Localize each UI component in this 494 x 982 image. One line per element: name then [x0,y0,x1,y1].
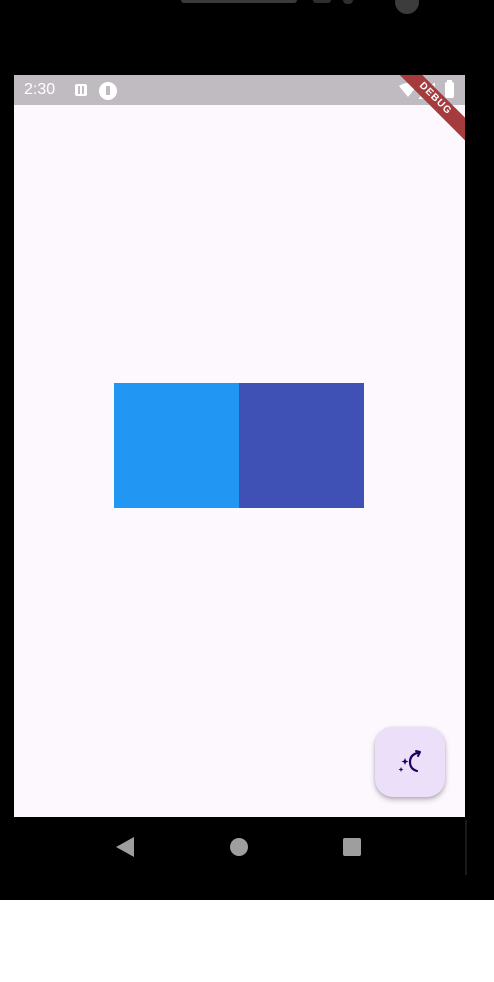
proximity-sensor [313,0,331,3]
device-frame: 2:30 DEBUG [0,0,494,900]
blue-box [114,383,239,508]
app-screen: 2:30 DEBUG [14,75,465,817]
android-notification-icon [75,84,87,96]
indigo-box [239,383,364,508]
status-bar: 2:30 [14,75,465,105]
back-icon[interactable] [116,837,134,857]
battery-icon [445,80,454,98]
recent-apps-icon[interactable] [343,838,361,856]
status-time: 2:30 [24,81,56,98]
speaker-grille [181,0,297,3]
navigation-bar [14,817,465,877]
app-notification-icon [99,82,117,100]
front-camera [395,0,419,14]
magic-moon-icon [398,750,421,773]
home-icon[interactable] [230,838,248,856]
side-divider [465,820,467,875]
floating-action-button[interactable] [375,727,445,797]
light-sensor [343,0,353,4]
